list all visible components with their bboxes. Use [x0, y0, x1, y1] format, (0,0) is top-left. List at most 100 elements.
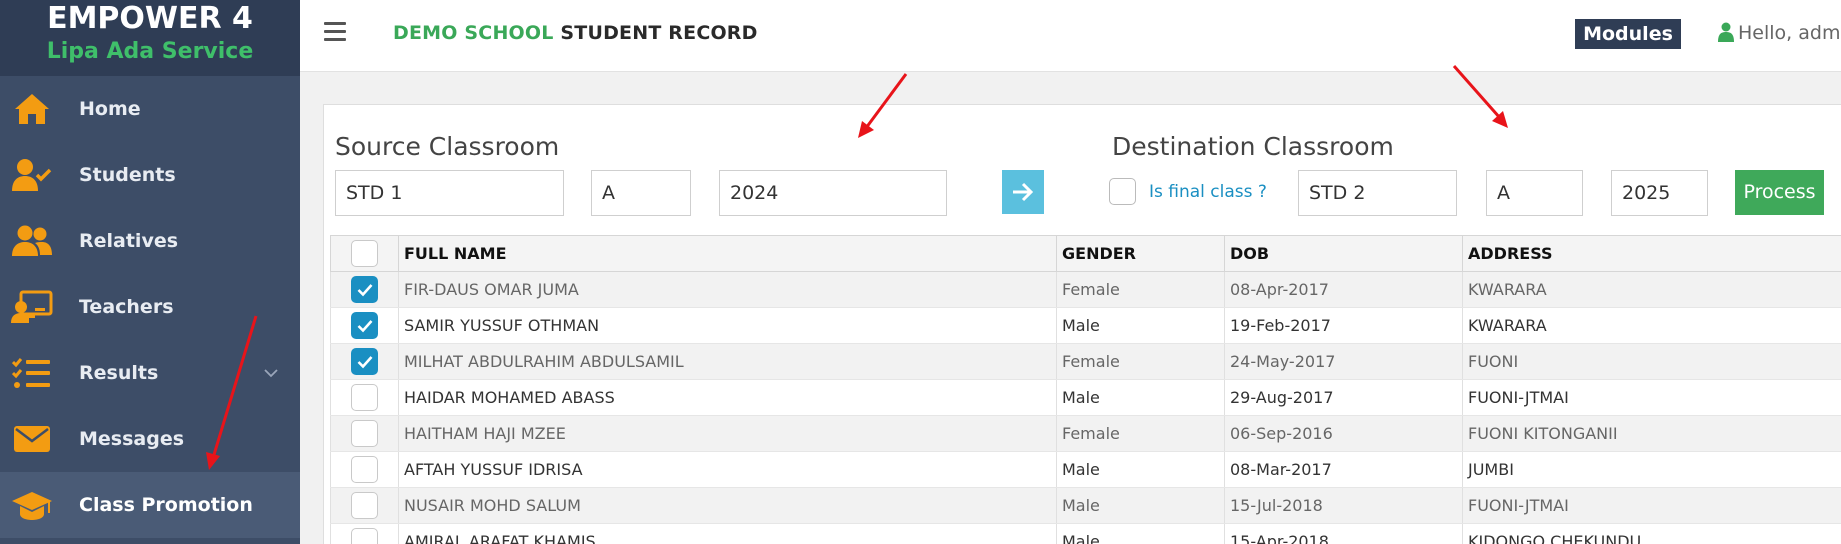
source-year-field[interactable]: 2024 — [719, 170, 947, 216]
column-header-address[interactable]: ADDRESS — [1462, 235, 1841, 272]
checkmark-icon — [357, 284, 373, 297]
cell-gender: Female — [1056, 415, 1225, 452]
sidebar-item-label: Relatives — [79, 230, 179, 252]
hamburger-menu-icon[interactable] — [324, 22, 346, 42]
teacher-icon — [11, 286, 53, 328]
checkmark-icon — [357, 356, 373, 369]
cell-gender: Male — [1056, 523, 1225, 544]
row-checkbox[interactable] — [351, 384, 378, 411]
table-row[interactable]: HAITHAM HAJI MZEE Female 06-Sep-2016 FUONI … — [330, 415, 1841, 452]
source-stream-field[interactable]: A — [591, 170, 691, 216]
home-icon — [11, 88, 53, 130]
destination-class-field[interactable]: STD 2 — [1298, 170, 1457, 216]
table-row[interactable]: MILHAT ABDULRAHIM ABDULSAMIL Female 24-May… — [330, 343, 1841, 380]
process-button[interactable]: Process — [1735, 170, 1824, 215]
row-checkbox[interactable] — [351, 528, 378, 544]
sidebar-item-results[interactable]: Results — [0, 340, 300, 406]
brand-subtitle: Lipa Ada Service — [46, 39, 254, 64]
table-row[interactable]: AFTAH YUSSUF IDRISA Male 08-Mar-2017 JUMBI — [330, 451, 1841, 488]
sidebar-item-label: Messages — [79, 428, 185, 450]
row-select-cell — [330, 451, 399, 488]
cell-full-name: HAIDAR MOHAMED ABASS — [398, 379, 1057, 416]
app-window: EMPOWER 4 Lipa Ada Service Home Students… — [0, 0, 1841, 544]
destination-classroom-title: Destination Classroom — [1112, 132, 1394, 161]
cell-gender: Female — [1056, 343, 1225, 380]
row-select-cell — [330, 523, 399, 544]
cell-dob: 08-Mar-2017 — [1224, 451, 1463, 488]
cell-full-name: HAITHAM HAJI MZEE — [398, 415, 1057, 452]
sidebar-item-messages[interactable]: Messages — [0, 406, 300, 472]
cell-full-name: SAMIR YUSSUF OTHMAN — [398, 307, 1057, 344]
cell-gender: Female — [1056, 271, 1225, 308]
sidebar-item-students[interactable]: Students — [0, 142, 300, 208]
cell-gender: Male — [1056, 487, 1225, 524]
row-checkbox[interactable] — [351, 420, 378, 447]
source-classroom-title: Source Classroom — [335, 132, 560, 161]
cell-address: KWARARA — [1462, 271, 1841, 308]
arrow-right-icon — [1013, 182, 1034, 202]
table-row[interactable]: SAMIR YUSSUF OTHMAN Male 19-Feb-2017 KWARAR… — [330, 307, 1841, 344]
cell-address: FUONI — [1462, 343, 1841, 380]
column-header-dob[interactable]: DOB — [1224, 235, 1463, 272]
sidebar-item-label: Results — [79, 362, 159, 384]
row-checkbox[interactable] — [351, 312, 378, 339]
row-checkbox[interactable] — [351, 492, 378, 519]
table-row[interactable]: HAIDAR MOHAMED ABASS Male 29-Aug-2017 FUONI… — [330, 379, 1841, 416]
row-checkbox[interactable] — [351, 348, 378, 375]
table-row[interactable]: NUSAIR MOHD SALUM Male 15-Jul-2018 FUONI-JT… — [330, 487, 1841, 524]
row-select-cell — [330, 379, 399, 416]
cell-dob: 29-Aug-2017 — [1224, 379, 1463, 416]
user-icon — [1718, 22, 1734, 42]
cell-dob: 24-May-2017 — [1224, 343, 1463, 380]
table-header-row: FULL NAME GENDER DOB ADDRESS — [330, 235, 1841, 272]
sidebar-item-home[interactable]: Home — [0, 76, 300, 142]
cell-address: KWARARA — [1462, 307, 1841, 344]
load-students-button[interactable] — [1002, 170, 1044, 214]
school-name: DEMO SCHOOL — [393, 22, 554, 44]
destination-stream-field[interactable]: A — [1486, 170, 1583, 216]
checkmark-icon — [357, 320, 373, 333]
cell-address: FUONI-JTMAI — [1462, 379, 1841, 416]
cell-address: KIDONGO CHEKUNDU — [1462, 523, 1841, 544]
page-title: DEMO SCHOOL STUDENT RECORD — [393, 22, 758, 44]
column-header-full-name[interactable]: FULL NAME — [398, 235, 1057, 272]
cell-gender: Male — [1056, 451, 1225, 488]
destination-year-field[interactable]: 2025 — [1611, 170, 1708, 216]
sidebar: EMPOWER 4 Lipa Ada Service Home Students… — [0, 0, 300, 544]
final-class-checkbox[interactable] — [1109, 178, 1136, 205]
sidebar-item-relatives[interactable]: Relatives — [0, 208, 300, 274]
sidebar-item-teachers[interactable]: Teachers — [0, 274, 300, 340]
chevron-down-icon — [264, 365, 278, 383]
cell-dob: 15-Jul-2018 — [1224, 487, 1463, 524]
cell-gender: Male — [1056, 307, 1225, 344]
modules-button[interactable]: Modules — [1575, 19, 1681, 49]
cell-dob: 08-Apr-2017 — [1224, 271, 1463, 308]
cell-address: FUONI KITONGANII — [1462, 415, 1841, 452]
graduation-cap-icon — [11, 484, 53, 526]
user-menu[interactable]: Hello, admi — [1718, 22, 1841, 44]
row-select-cell — [330, 415, 399, 452]
table-row[interactable]: FIR-DAUS OMAR JUMA Female 08-Apr-2017 KWARA… — [330, 271, 1841, 308]
page-title-text: STUDENT RECORD — [560, 22, 758, 44]
final-class-label[interactable]: Is final class ? — [1149, 182, 1267, 202]
sidebar-item-label: Teachers — [79, 296, 174, 318]
table-row[interactable]: AMIRAL ARAFAT KHAMIS Male 15-Apr-2018 KIDON… — [330, 523, 1841, 544]
select-all-checkbox[interactable] — [351, 240, 378, 267]
sidebar-item-class-promotion[interactable]: Class Promotion — [0, 472, 300, 538]
row-select-cell — [330, 487, 399, 524]
cell-dob: 19-Feb-2017 — [1224, 307, 1463, 344]
user-greeting: Hello, admi — [1738, 22, 1841, 44]
row-select-cell — [330, 307, 399, 344]
cell-full-name: AFTAH YUSSUF IDRISA — [398, 451, 1057, 488]
user-check-icon — [11, 154, 53, 196]
cell-address: FUONI-JTMAI — [1462, 487, 1841, 524]
row-select-cell — [330, 271, 399, 308]
column-header-gender[interactable]: GENDER — [1056, 235, 1225, 272]
row-checkbox[interactable] — [351, 276, 378, 303]
list-icon — [11, 352, 53, 394]
source-class-field[interactable]: STD 1 — [335, 170, 564, 216]
row-checkbox[interactable] — [351, 456, 378, 483]
brand-title: EMPOWER 4 — [47, 1, 253, 36]
row-select-cell — [330, 343, 399, 380]
sidebar-item-label: Home — [79, 98, 141, 120]
